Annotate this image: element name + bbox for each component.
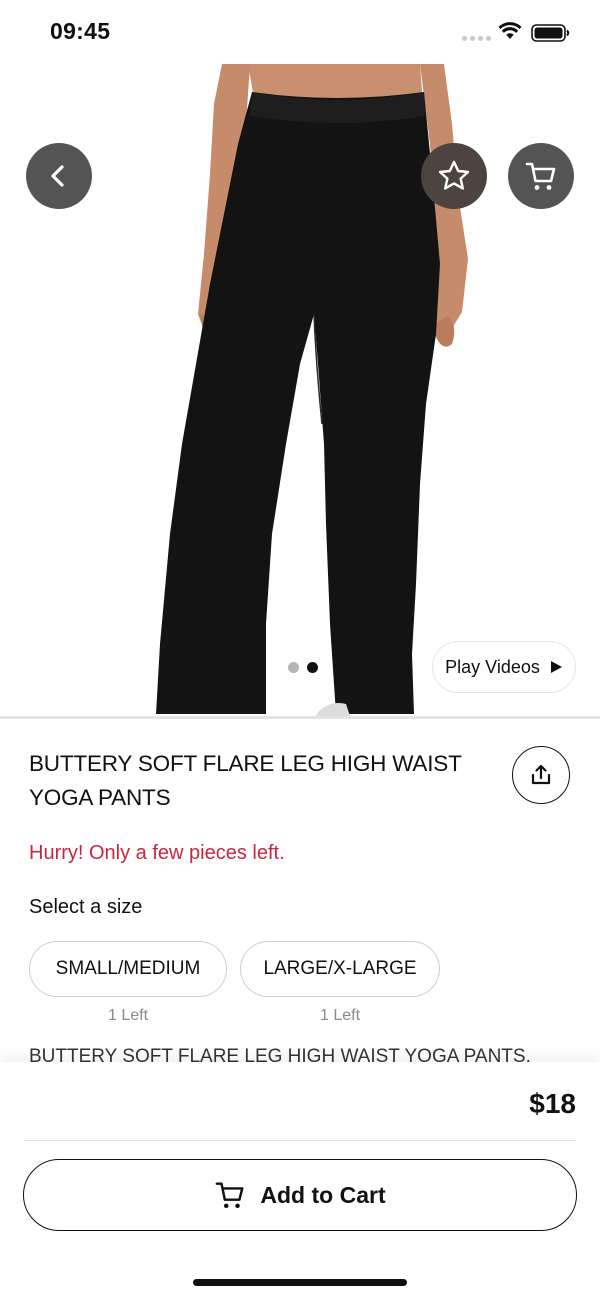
product-title: BUTTERY SOFT FLARE LEG HIGH WAIST YOGA P… [29,751,462,810]
add-to-cart-button[interactable]: Add to Cart [23,1159,577,1231]
stock-warning: Hurry! Only a few pieces left. [29,842,285,864]
play-icon [550,661,562,673]
play-videos-button[interactable]: Play Videos [432,641,576,693]
carousel-dot-active[interactable] [307,661,318,673]
size-stock-count: 1 Left [319,1007,361,1024]
size-stock-count: 1 Left [107,1007,149,1024]
carousel-indicator[interactable] [277,650,329,684]
status-time: 09:45 [50,18,111,44]
carousel-dot[interactable] [288,661,299,673]
status-bar: 09:45 [0,0,600,64]
size-select-label: Select a size [29,896,143,918]
chevron-left-icon [51,165,64,187]
play-videos-label: Play Videos [445,656,540,677]
product-description: BUTTERY SOFT FLARE LEG HIGH WAIST YOGA P… [29,1046,531,1064]
share-button[interactable] [512,746,570,804]
cart-icon [525,162,556,190]
product-image-carousel[interactable]: Play Videos [0,64,600,716]
cart-button[interactable] [508,143,574,209]
back-button[interactable] [26,143,92,209]
cellular-signal-icon [462,36,491,41]
size-option-small-medium[interactable]: SMALL/MEDIUM [29,941,227,997]
favorite-button[interactable] [421,143,487,209]
battery-icon [531,24,570,42]
product-price: $18 [529,1088,576,1119]
share-icon [531,764,551,785]
add-to-cart-label: Add to Cart [260,1181,386,1208]
divider [24,1140,576,1141]
wifi-icon [498,22,522,39]
star-icon [438,160,470,190]
size-option-large-x-large[interactable]: LARGE/X-LARGE [240,941,440,997]
checkout-bar: $18 Add to Cart [0,1062,600,1299]
divider [0,716,600,719]
cart-icon [215,1182,244,1209]
home-indicator[interactable] [193,1279,407,1286]
